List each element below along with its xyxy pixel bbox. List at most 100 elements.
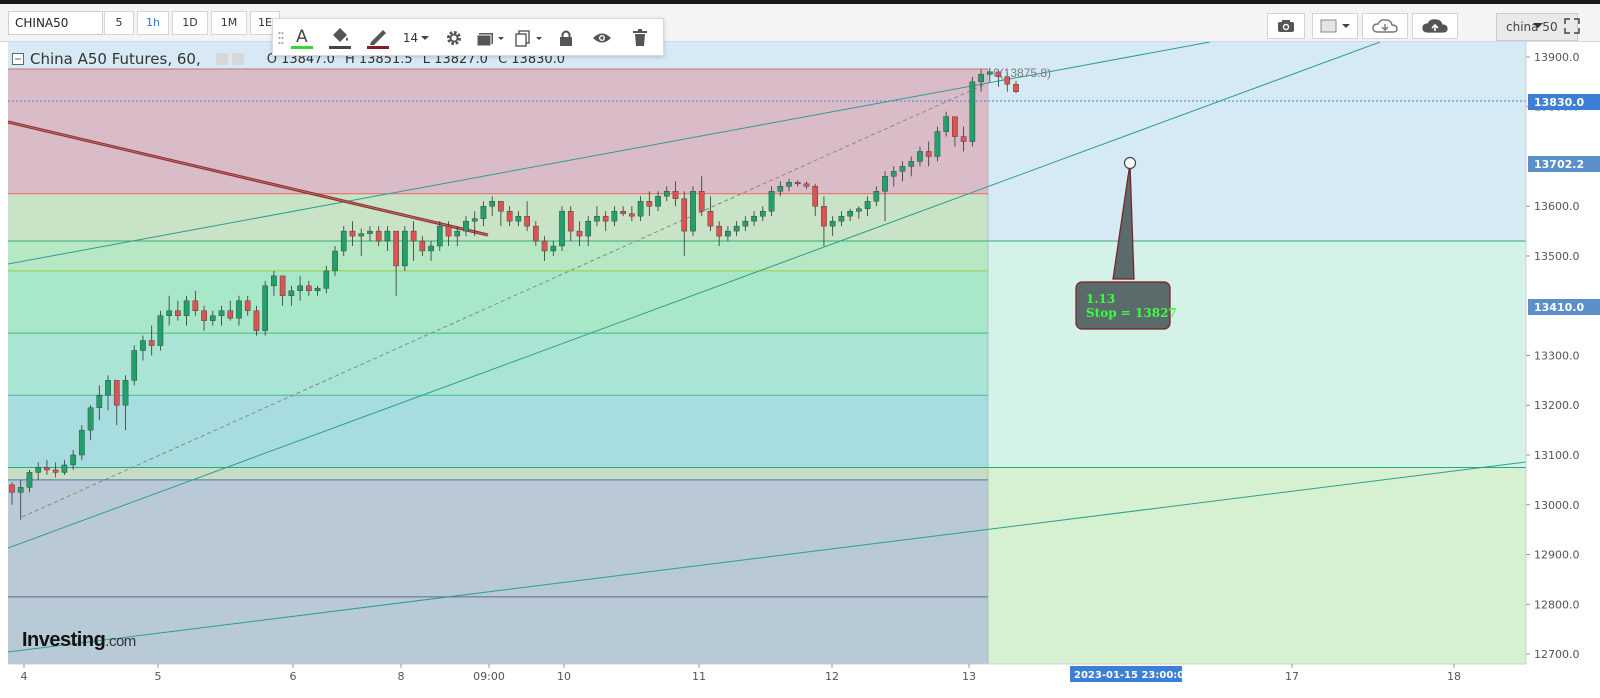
line-color-button[interactable] <box>363 23 393 53</box>
cloud-save-button[interactable] <box>1412 13 1458 39</box>
drag-handle[interactable] <box>277 23 285 53</box>
brand-suffix: .com <box>105 633 136 650</box>
time-tick-label: 09:00 <box>473 670 505 683</box>
camera-icon <box>1278 20 1294 32</box>
candle <box>559 206 565 251</box>
settings-button[interactable] <box>439 23 469 53</box>
time-tick-label: 10 <box>557 670 571 683</box>
fib-zone <box>8 68 988 194</box>
symbol-input[interactable]: CHINA50 <box>8 11 103 35</box>
hide-button[interactable] <box>587 23 617 53</box>
time-tick-label: 13 <box>962 670 976 683</box>
copy-icon <box>515 30 542 47</box>
candle <box>934 126 941 162</box>
fill-color-button[interactable] <box>325 23 355 53</box>
trash-icon <box>633 29 647 46</box>
time-tick-label: 4 <box>21 670 28 683</box>
cloud-download-icon <box>1372 19 1398 33</box>
timeframe-1m[interactable]: 1M <box>211 11 247 35</box>
callout-ratio-text: 1.13 <box>1086 292 1115 306</box>
pencil-icon <box>367 30 389 49</box>
svg-text:A: A <box>296 27 308 47</box>
projection-zone <box>988 42 1526 242</box>
time-tick-label: 6 <box>290 670 297 683</box>
search-dropdown-button[interactable] <box>1528 13 1548 39</box>
time-tick-label: 12 <box>825 670 839 683</box>
time-tick-label: 11 <box>692 670 706 683</box>
projection-zone <box>988 241 1526 468</box>
fib-zone <box>8 467 988 480</box>
price-tick-label: 13100.0 <box>1534 449 1580 462</box>
price-tick-label: 13300.0 <box>1534 349 1580 362</box>
brand-logo: Investing.com <box>22 629 136 652</box>
delete-button[interactable] <box>625 23 655 53</box>
timeframe-1h[interactable]: 1h <box>137 11 169 35</box>
price-tick-label: 13000.0 <box>1534 499 1580 512</box>
candle <box>79 425 85 460</box>
price-tick-label: 13600.0 <box>1534 200 1580 213</box>
candle <box>262 280 269 336</box>
clone-button[interactable] <box>511 23 547 53</box>
screenshot-button[interactable] <box>1267 13 1305 39</box>
lock-button[interactable] <box>551 23 581 53</box>
legend-settings-icon[interactable] <box>215 52 259 66</box>
candle <box>969 76 976 147</box>
price-tick-label: 13200.0 <box>1534 399 1580 412</box>
time-tick-label: 5 <box>155 670 162 683</box>
chart-toolbar: CHINA50 5 1h 1D 1M 1E china 50 <box>0 0 1600 42</box>
visibility-layers-button[interactable] <box>473 23 509 53</box>
gear-icon <box>447 31 461 45</box>
drawing-properties-toolbar: A 14 <box>272 18 664 56</box>
price-tick-label: 12900.0 <box>1534 549 1580 562</box>
callout-stop-text: Stop = 13827 <box>1086 306 1177 320</box>
fullscreen-button[interactable] <box>1552 13 1592 39</box>
fib-zones <box>8 42 1526 664</box>
price-tick-label: 13500.0 <box>1534 250 1580 263</box>
fullscreen-icon <box>1564 18 1580 34</box>
fib-zone <box>8 596 988 664</box>
text-color-icon: A <box>291 27 313 49</box>
brand-name: Investing <box>22 629 106 651</box>
grip-icon <box>278 32 284 44</box>
candle <box>157 310 164 351</box>
chevron-down-icon <box>421 35 430 40</box>
projection-zone <box>988 467 1526 664</box>
time-tag-text: 2023-01-15 23:00:00 <box>1074 670 1191 681</box>
font-size-select[interactable]: 14 <box>399 23 433 53</box>
fib-zone <box>8 395 988 468</box>
time-tick-label: 17 <box>1285 670 1299 683</box>
fib-zone <box>8 241 988 271</box>
cloud-upload-icon <box>1422 19 1448 33</box>
legend-title: China A50 Futures, 60, <box>30 50 201 68</box>
current-price-tag-text: 13830.0 <box>1534 96 1584 109</box>
time-tick-label: 8 <box>398 670 405 683</box>
layout-button[interactable] <box>1312 13 1358 39</box>
timeframe-1d[interactable]: 1D <box>172 11 208 35</box>
price-tick-label: 12700.0 <box>1534 648 1580 661</box>
fib-zone <box>8 270 988 334</box>
price-tick-label: 13900.0 <box>1534 51 1580 64</box>
paint-bucket-icon <box>329 28 351 49</box>
cloud-load-button[interactable] <box>1362 13 1408 39</box>
level-price-tag-text: 13702.2 <box>1534 158 1584 171</box>
fib-zone <box>8 479 988 597</box>
fib-zone <box>8 333 988 396</box>
layers-icon <box>476 33 504 47</box>
level-price-tag-2-text: 13410.0 <box>1534 301 1584 314</box>
text-color-button[interactable]: A <box>287 23 317 53</box>
candle <box>402 226 408 271</box>
candle <box>131 345 138 386</box>
collapse-icon[interactable] <box>12 53 24 65</box>
layout-icon <box>1320 19 1350 33</box>
chevron-down-icon <box>1533 23 1543 28</box>
timeframe-5[interactable]: 5 <box>104 11 134 35</box>
lock-icon <box>560 30 572 46</box>
eye-icon <box>593 33 611 43</box>
time-tick-label: 18 <box>1447 670 1461 683</box>
font-size-value: 14 <box>402 31 419 45</box>
fib-zero-label: 0(13875.8) <box>993 66 1051 80</box>
candle <box>690 186 696 237</box>
price-tick-label: 12800.0 <box>1534 598 1580 611</box>
price-chart[interactable]: 0(13875.8) 1.13 Stop = 13827 13900.0 13 8 0… <box>0 42 1600 698</box>
callout-anchor-handle[interactable] <box>1123 156 1137 170</box>
